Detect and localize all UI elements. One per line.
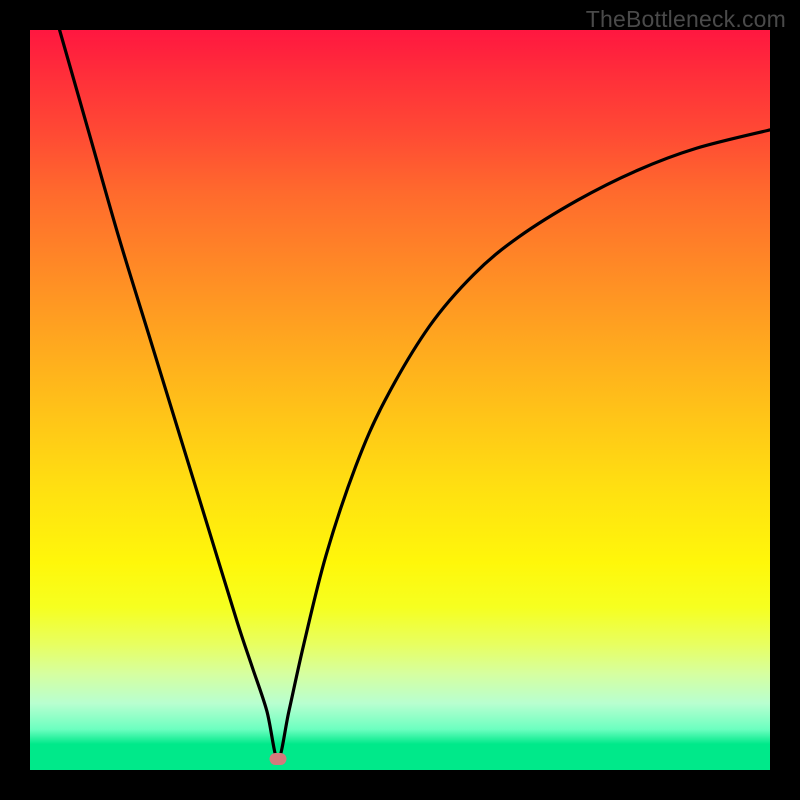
watermark-text: TheBottleneck.com — [586, 6, 786, 33]
bottleneck-curve — [30, 30, 770, 770]
plot-area — [30, 30, 770, 770]
chart-frame: TheBottleneck.com — [0, 0, 800, 800]
minimum-marker — [269, 753, 286, 765]
